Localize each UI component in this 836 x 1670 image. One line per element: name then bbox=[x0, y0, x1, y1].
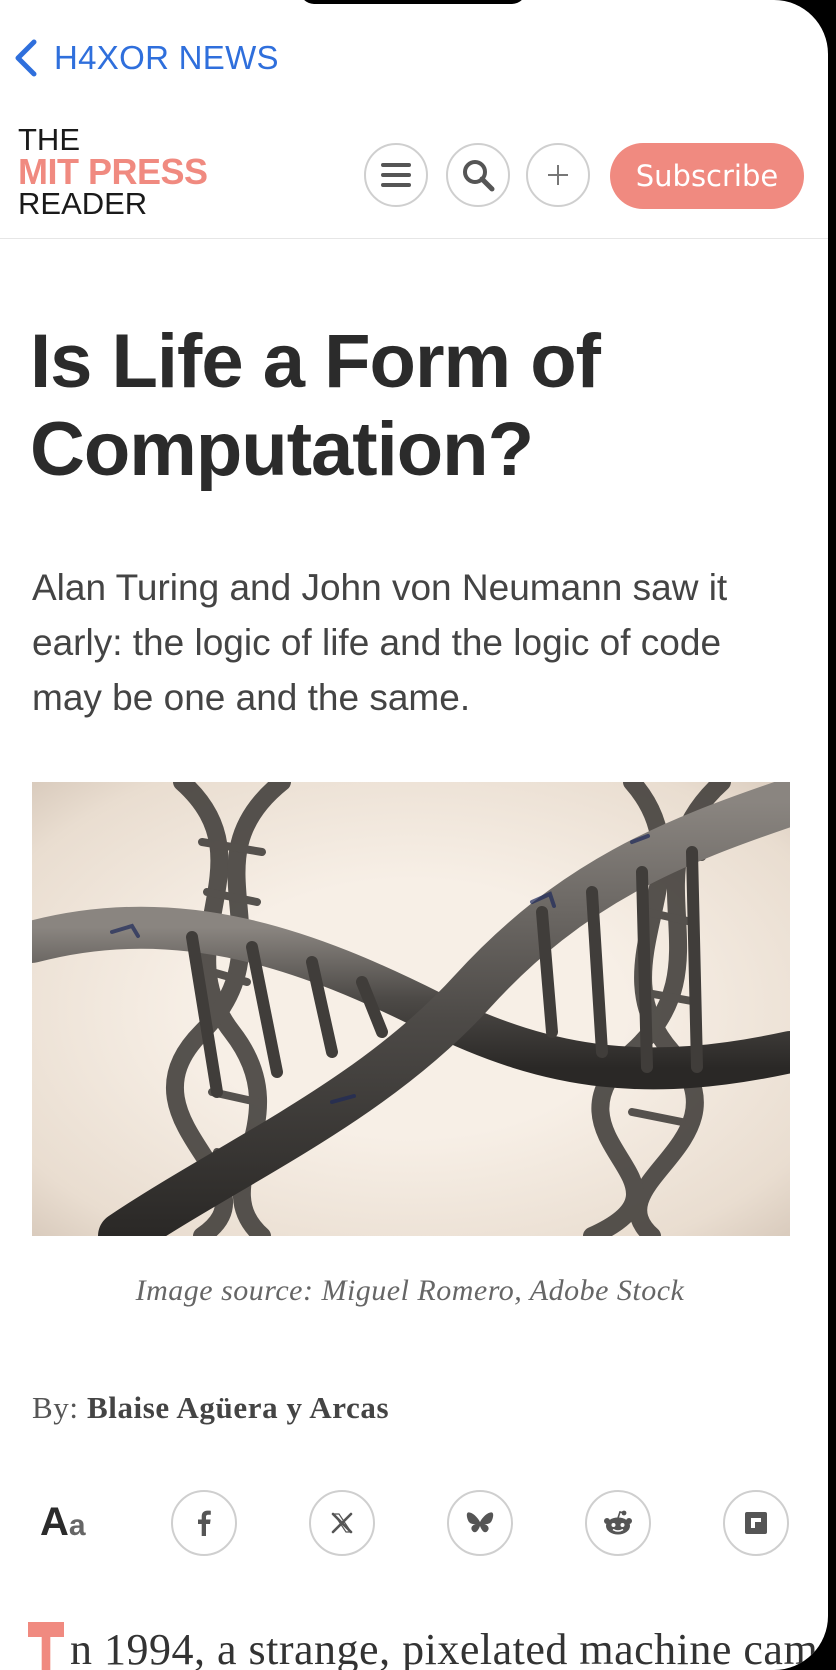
dna-helix-illustration bbox=[32, 782, 790, 1236]
drop-cap-i bbox=[28, 1622, 64, 1670]
site-header: THE MIT PRESS READER Subscribe bbox=[0, 120, 828, 239]
byline-prefix: By: bbox=[32, 1390, 79, 1425]
flipboard-icon bbox=[745, 1512, 767, 1534]
text-size-big: A bbox=[40, 1500, 69, 1544]
back-label[interactable]: H4XOR NEWS bbox=[54, 39, 279, 77]
article-dek: Alan Turing and John von Neumann saw it … bbox=[32, 567, 728, 718]
share-facebook-button[interactable] bbox=[171, 1490, 237, 1556]
add-button[interactable] bbox=[526, 143, 590, 207]
menu-icon bbox=[381, 163, 411, 187]
text-size-button[interactable]: Aa bbox=[40, 1500, 86, 1545]
subscribe-button[interactable]: Subscribe bbox=[610, 143, 804, 209]
hero-caption: Image source: Miguel Romero, Adobe Stock bbox=[135, 1274, 685, 1307]
share-x-button[interactable] bbox=[309, 1490, 375, 1556]
plus-icon bbox=[548, 165, 568, 185]
search-icon bbox=[463, 160, 495, 192]
logo-line-mit-press: MIT PRESS bbox=[18, 151, 208, 192]
facebook-icon bbox=[198, 1510, 211, 1536]
x-icon bbox=[331, 1512, 353, 1534]
menu-button[interactable] bbox=[364, 143, 428, 207]
share-bluesky-button[interactable] bbox=[447, 1490, 513, 1556]
screen: H4XOR NEWS THE MIT PRESS READER Subscrib… bbox=[0, 0, 828, 1670]
share-reddit-button[interactable] bbox=[585, 1490, 651, 1556]
logo-line-reader: READER bbox=[18, 186, 148, 221]
bluesky-icon bbox=[466, 1512, 494, 1533]
hero-image[interactable] bbox=[32, 782, 790, 1236]
text-size-small: a bbox=[68, 1509, 86, 1542]
back-nav[interactable]: H4XOR NEWS bbox=[0, 30, 279, 86]
search-button[interactable] bbox=[446, 143, 510, 207]
reddit-icon bbox=[604, 1510, 632, 1535]
share-toolbar: Aa bbox=[0, 1488, 828, 1558]
device-notch bbox=[300, 0, 526, 4]
share-flipboard-button[interactable] bbox=[723, 1490, 789, 1556]
article-body-first-line: n 1994, a strange, pixelated machine cam… bbox=[28, 1622, 828, 1670]
byline: By: Blaise Agüera y Arcas bbox=[32, 1390, 389, 1426]
byline-author[interactable]: Blaise Agüera y Arcas bbox=[87, 1390, 389, 1425]
article-title: Is Life a Form of Computation? bbox=[30, 319, 601, 492]
site-logo[interactable]: THE MIT PRESS READER bbox=[18, 124, 208, 220]
body-start-text: n 1994, a strange, pixelated machine cam… bbox=[70, 1625, 828, 1670]
chevron-left-icon[interactable] bbox=[12, 38, 40, 78]
